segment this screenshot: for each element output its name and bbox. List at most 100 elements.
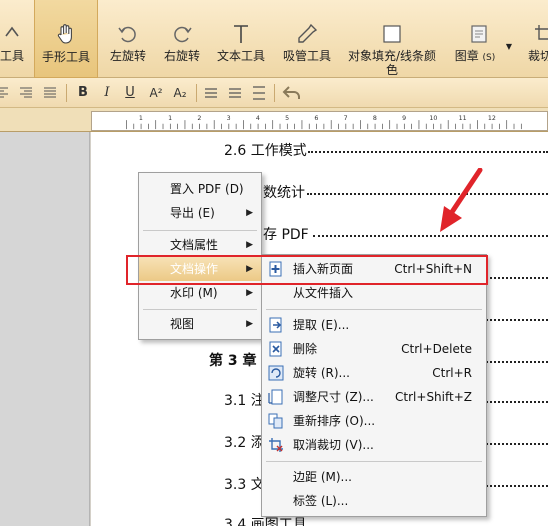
submenu-item-delete[interactable]: 删除 Ctrl+Delete	[262, 337, 486, 361]
separator	[66, 84, 67, 102]
toc-leader	[307, 193, 548, 195]
menu-item-place-pdf[interactable]: 置入 PDF (D)	[139, 177, 261, 201]
stamp-button[interactable]: 图章 (S) ▼	[446, 0, 514, 78]
ruler-label: 9	[402, 115, 406, 122]
reorder-icon	[268, 413, 283, 429]
toc-leader	[308, 151, 548, 153]
ruler-label: 5	[285, 115, 289, 122]
rotate-right-label: 右旋转	[163, 49, 200, 63]
menu-separator	[266, 309, 482, 310]
ruler-label: 11	[459, 115, 467, 122]
submenu-item-extract[interactable]: 提取 (E)...	[262, 313, 486, 337]
hand-icon	[57, 24, 72, 44]
underline-button[interactable]: U	[122, 83, 138, 103]
ruler-label: 8	[373, 115, 377, 122]
submenu-item-reorder[interactable]: 重新排序 (O)...	[262, 409, 486, 433]
fill-color-icon	[383, 25, 401, 43]
uncrop-icon	[269, 438, 283, 452]
submenu-item-label: 标签 (L)...	[293, 494, 349, 508]
menu-item-label: 导出 (E)	[170, 206, 215, 220]
submenu-arrow-icon: ▶	[246, 208, 253, 218]
submenu-item-shortcut: Ctrl+R	[432, 366, 472, 380]
subscript-button[interactable]: A₂	[170, 83, 190, 103]
undo-icon[interactable]	[282, 85, 300, 101]
submenu-arrow-icon: ▶	[246, 319, 253, 329]
crop-icon	[535, 25, 548, 40]
ruler-label: 1	[168, 115, 172, 122]
indent-icon[interactable]	[252, 86, 266, 100]
hand-tool-label: 手形工具	[41, 50, 90, 64]
submenu-item-rotate[interactable]: 旋转 (R)... Ctrl+R	[262, 361, 486, 385]
submenu-item-labels[interactable]: 标签 (L)...	[262, 489, 486, 513]
extract-icon	[269, 317, 282, 333]
toc-leader	[486, 319, 548, 321]
eyedropper-label: 吸管工具	[282, 49, 331, 63]
submenu-item-shortcut: Ctrl+Delete	[401, 342, 472, 356]
main-toolbar: 工具 手形工具 左旋转 右旋转 文本工具 吸管工具 对象填充/线条颜色 图章 (…	[0, 0, 548, 78]
stamp-text: 图章	[454, 49, 479, 63]
submenu-item-label: 提取 (E)...	[293, 318, 350, 332]
text-tool-button[interactable]: 文本工具	[212, 0, 270, 78]
side-panel	[0, 132, 90, 526]
menu-item-document-properties[interactable]: 文档属性 ▶	[139, 233, 261, 257]
fill-color-button[interactable]: 对象填充/线条颜色	[344, 0, 440, 78]
menu-item-label: 文档属性	[170, 238, 219, 252]
submenu-item-label: 旋转 (R)...	[293, 366, 350, 380]
toolbar-partial-left-label: 工具	[0, 49, 24, 63]
submenu-item-margins[interactable]: 边距 (M)...	[262, 465, 486, 489]
ruler-label: 3	[227, 115, 231, 122]
crop-button[interactable]: 裁切	[524, 0, 548, 78]
stamp-shortcut: (S)	[482, 53, 496, 63]
italic-button[interactable]: I	[100, 83, 114, 103]
toc-line: 数统计	[263, 185, 305, 201]
submenu-arrow-icon: ▶	[246, 240, 253, 250]
rotate-left-button[interactable]: 左旋转	[102, 0, 154, 78]
stamp-dropdown-arrow[interactable]: ▼	[506, 42, 512, 51]
align-left-icon[interactable]	[0, 87, 10, 99]
menu-item-view[interactable]: 视图 ▶	[139, 312, 261, 336]
toc-leader	[486, 485, 548, 487]
toc-line: 3.2 添	[224, 435, 265, 451]
document-operations-submenu: 插入新页面 Ctrl+Shift+N 从文件插入 提取 (E)... 删除 Ct…	[261, 254, 487, 517]
rotate-icon	[268, 365, 284, 381]
eyedropper-button[interactable]: 吸管工具	[278, 0, 336, 78]
superscript-button[interactable]: A²	[146, 83, 166, 103]
stamp-icon	[471, 25, 487, 43]
separator	[196, 84, 197, 102]
tool-icon	[5, 26, 19, 37]
submenu-item-uncrop[interactable]: 取消裁切 (V)...	[262, 433, 486, 457]
toc-leader	[486, 443, 548, 445]
chapter-heading: 第 3 章	[209, 353, 257, 369]
stamp-label: 图章 (S)	[446, 49, 514, 65]
ruler-label: 6	[314, 115, 318, 122]
align-right-icon[interactable]	[19, 87, 33, 99]
bold-button[interactable]: B	[76, 83, 90, 103]
crop-label: 裁切	[528, 49, 548, 63]
format-toolbar: B I U A² A₂	[0, 78, 548, 108]
line-spacing-icon[interactable]	[228, 87, 242, 99]
rotate-left-icon	[118, 26, 136, 43]
submenu-item-label: 取消裁切 (V)...	[293, 438, 374, 452]
rotate-right-button[interactable]: 右旋转	[156, 0, 208, 78]
menu-separator	[143, 309, 257, 310]
annotation-arrow-icon	[440, 168, 483, 232]
submenu-item-resize[interactable]: 调整尺寸 (Z)... Ctrl+Shift+Z	[262, 385, 486, 409]
submenu-item-label: 边距 (M)...	[293, 470, 352, 484]
menu-item-export[interactable]: 导出 (E) ▶	[139, 201, 261, 225]
toc-line: 3.1 注	[224, 393, 265, 409]
rotate-right-icon	[174, 26, 192, 43]
menu-item-label: 置入 PDF (D)	[170, 182, 244, 196]
menu-separator	[266, 461, 482, 462]
horizontal-ruler: 1 1 2 3 4 5 6 7 8 9 10 11 12	[91, 111, 548, 131]
toc-line: 3.3 文	[224, 477, 265, 493]
hand-tool-button[interactable]: 手形工具	[34, 0, 98, 78]
toolbar-partial-left-button[interactable]: 工具	[0, 0, 30, 78]
menu-item-label: 视图	[170, 317, 195, 331]
align-justify-icon[interactable]	[43, 87, 57, 99]
list-icon[interactable]	[204, 87, 218, 99]
toc-leader	[486, 401, 548, 403]
toc-leader	[486, 277, 548, 279]
toc-line: 存 PDF	[263, 227, 309, 243]
text-tool-icon	[234, 25, 248, 43]
text-tool-label: 文本工具	[216, 49, 265, 63]
